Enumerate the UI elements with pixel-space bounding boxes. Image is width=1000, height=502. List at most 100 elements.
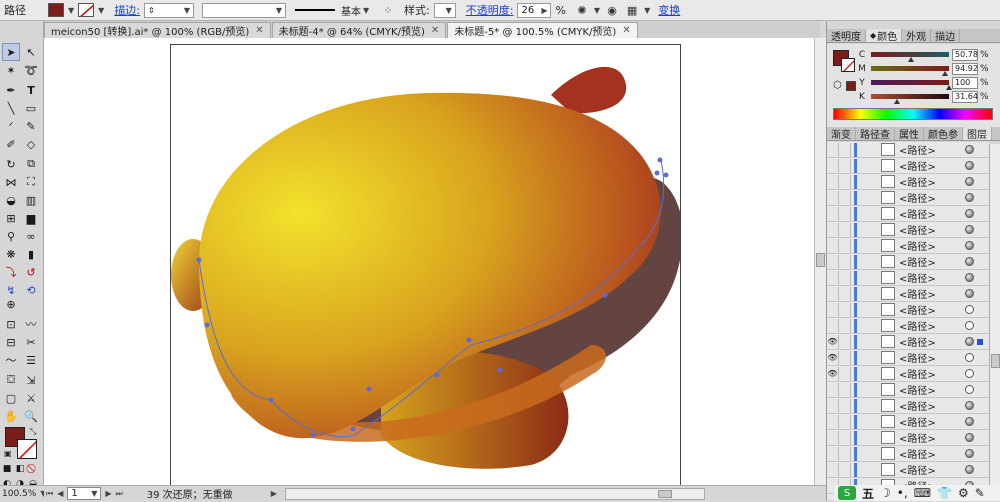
recolor-artwork-icon[interactable]: ✺ [574, 2, 590, 18]
visibility-eye-icon[interactable] [827, 462, 839, 477]
layer-name[interactable]: <路径> [899, 142, 963, 157]
tab-gradient[interactable]: 渐变 [827, 127, 856, 141]
stroke-color-box[interactable] [17, 439, 37, 459]
lock-toggle[interactable] [839, 462, 851, 477]
slider-track[interactable] [871, 52, 949, 62]
layer-name[interactable]: <路径> [899, 302, 963, 317]
channel-value-input[interactable]: 50.78 [952, 48, 978, 61]
target-circle-icon[interactable] [965, 273, 974, 282]
artboard2-tool-icon[interactable]: ▢ [2, 389, 20, 407]
target-circle-icon[interactable] [965, 257, 974, 266]
tab-color[interactable]: ◆ 颜色 [866, 29, 903, 43]
visibility-eye-icon[interactable] [827, 286, 839, 301]
lock-toggle[interactable] [839, 158, 851, 173]
target-circle-icon[interactable] [965, 321, 974, 330]
visibility-eye-icon[interactable] [827, 430, 839, 445]
pen-tool-icon[interactable]: ✒ [2, 81, 20, 99]
variable-width-dropdown[interactable]: ▼ [202, 2, 287, 18]
ime-settings-icon[interactable]: ⚙ [958, 486, 969, 500]
line-tool-icon[interactable]: ╲ [2, 99, 20, 117]
target-circle-icon[interactable] [965, 353, 974, 362]
next-page-icon[interactable]: ▶ [105, 489, 111, 498]
fill-swatch[interactable] [48, 3, 64, 17]
width-tool-icon[interactable]: ⋈ [2, 173, 20, 191]
layer-name[interactable]: <路径> [899, 270, 963, 285]
target-circle-icon[interactable] [965, 449, 974, 458]
slice-select-tool-icon[interactable]: ⊟ [2, 333, 20, 351]
tab-attributes[interactable]: 属性 [895, 127, 924, 141]
first-page-icon[interactable]: ⏮ [46, 489, 53, 499]
globe-icon[interactable]: ◉ [604, 2, 620, 18]
layer-row[interactable]: <路径> [827, 158, 989, 174]
layers-scrollbar[interactable] [989, 144, 1000, 496]
blend-tool-icon[interactable]: ∞ [22, 227, 40, 245]
stroke-link[interactable]: 描边: [114, 2, 140, 18]
stroke-swatch-none[interactable] [78, 3, 95, 17]
tab-untitled-4[interactable]: 未标题-4* @ 64% (CMYK/预览) ✕ [271, 22, 447, 38]
color-mode-icon[interactable]: ■ [1, 463, 13, 475]
black-slider[interactable]: K 31.64 % [857, 90, 989, 104]
brush-options-icon[interactable]: ⁘ [380, 2, 396, 18]
layer-row[interactable]: <路径> [827, 446, 989, 462]
visibility-eye-icon[interactable] [827, 446, 839, 461]
target-circle-icon[interactable] [965, 177, 974, 186]
layer-name[interactable]: <路径> [899, 430, 963, 445]
slider-thumb[interactable] [894, 99, 900, 104]
target-tool-icon[interactable]: ⊕ [2, 295, 20, 313]
graphic-style-dropdown[interactable]: ▼ [433, 2, 456, 18]
eraser-tool-icon[interactable]: ◇ [22, 135, 40, 153]
layer-row[interactable]: <路径> [827, 286, 989, 302]
target-circle-icon[interactable] [965, 161, 974, 170]
prev-page-icon[interactable]: ◀ [57, 489, 63, 498]
layer-name[interactable]: <路径> [899, 414, 963, 429]
swap-fill-stroke-icon[interactable]: ⤡ [30, 427, 36, 437]
layer-name[interactable]: <路径> [899, 206, 963, 221]
layer-row[interactable]: 👁 <路径> [827, 334, 989, 350]
ime-tool-icon[interactable]: ✎ [975, 486, 985, 500]
visibility-eye-icon[interactable] [827, 270, 839, 285]
canvas-vertical-scrollbar[interactable] [814, 38, 826, 485]
type-tool-icon[interactable]: T [22, 81, 40, 99]
artboard[interactable] [170, 44, 681, 489]
lock-toggle[interactable] [839, 446, 851, 461]
lasso-tool-icon[interactable]: ➰ [22, 61, 40, 79]
stroke-weight-field[interactable]: ⇕ ▼ [144, 2, 195, 18]
target-circle-icon[interactable] [965, 465, 974, 474]
visibility-eye-icon[interactable]: 👁 [827, 366, 839, 381]
tab-stroke[interactable]: 描边 [931, 29, 961, 43]
brush-definition-dropdown[interactable]: 基本 ▼ [292, 3, 376, 18]
default-colors-icon[interactable]: ▣ [4, 449, 12, 458]
last-color-swatch[interactable] [846, 81, 856, 91]
ime-mode[interactable]: 五 [862, 485, 874, 502]
lock-toggle[interactable] [839, 222, 851, 237]
artboard-tool-icon[interactable]: ⊡ [2, 315, 20, 333]
pen-red-tool-icon[interactable]: ⤵ [2, 263, 20, 281]
lock-toggle[interactable] [839, 382, 851, 397]
layer-row[interactable]: <路径> [827, 174, 989, 190]
layer-row[interactable]: <路径> [827, 206, 989, 222]
lock-toggle[interactable] [839, 270, 851, 285]
layer-row[interactable]: <路径> [827, 270, 989, 286]
rectangle-tool-icon[interactable]: ▭ [22, 99, 40, 117]
layer-row[interactable]: 👁 <路径> [827, 350, 989, 366]
lock-toggle[interactable] [839, 318, 851, 333]
layer-name[interactable]: <路径> [899, 366, 963, 381]
ime-punctuation-icon[interactable]: •, [897, 486, 908, 500]
layer-name[interactable]: <路径> [899, 190, 963, 205]
target-circle-icon[interactable] [965, 225, 974, 234]
zoom-tool-icon[interactable]: 🔍 [22, 407, 40, 425]
close-icon[interactable]: ✕ [431, 25, 439, 36]
zoom-level-field[interactable]: 100.5% ▼ [0, 485, 46, 501]
layer-name[interactable]: <路径> [899, 222, 963, 237]
slider-track[interactable] [871, 94, 949, 104]
magenta-slider[interactable]: M 94.92 % [857, 62, 989, 76]
visibility-eye-icon[interactable] [827, 174, 839, 189]
layer-name[interactable]: <路径> [899, 238, 963, 253]
layer-name[interactable]: <路径> [899, 382, 963, 397]
gradient-mode-icon[interactable]: ◧ [14, 463, 26, 475]
chevron-down-icon[interactable]: ▼ [644, 6, 650, 15]
lock-toggle[interactable] [839, 174, 851, 189]
visibility-eye-icon[interactable] [827, 206, 839, 221]
layer-row[interactable]: <路径> [827, 302, 989, 318]
close-icon[interactable]: ✕ [255, 25, 263, 36]
